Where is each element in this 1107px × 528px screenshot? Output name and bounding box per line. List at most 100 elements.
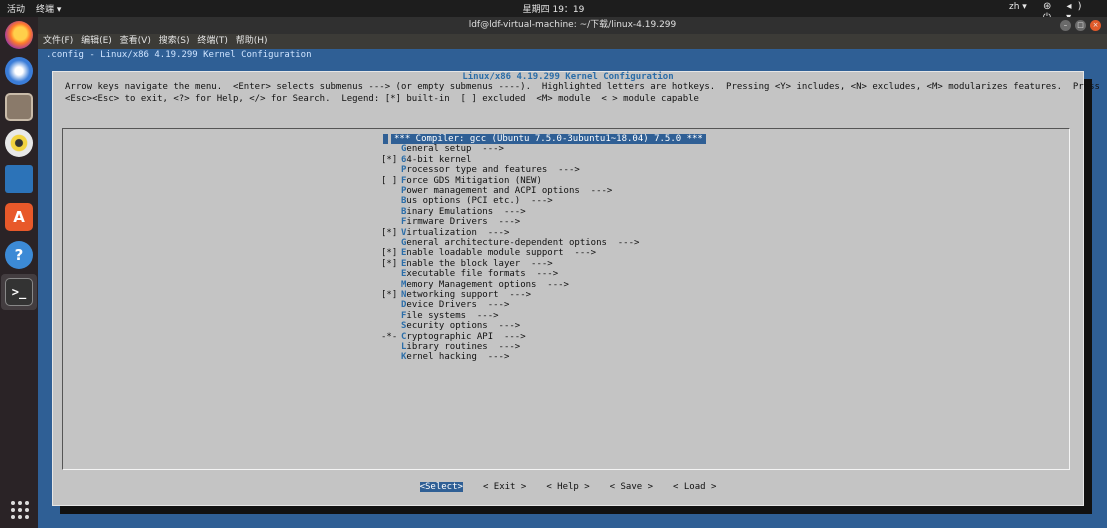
hotkey-letter: F — [401, 175, 407, 186]
button-bar: <Select> < Exit > < Help > < Save > < Load > — [53, 482, 1083, 492]
menu-item-label: Binary Emulations ---> — [401, 206, 526, 217]
menu-item[interactable]: Device Drivers ---> — [381, 300, 509, 310]
terminal-menubar: 文件(F) 编辑(E) 查看(V) 搜索(S) 终端(T) 帮助(H) — [38, 34, 1107, 49]
menu-item-label: Security options ---> — [401, 321, 521, 332]
config-path-line: .config - Linux/x86 4.19.299 Kernel Conf… — [46, 50, 312, 60]
hotkey-letter: V — [401, 227, 407, 238]
menu-item[interactable]: [ ] Force GDS Mitigation (NEW) — [381, 176, 542, 186]
menu-item[interactable]: Processor type and features ---> — [381, 165, 580, 175]
menu-item-label: Kernel hacking ---> — [401, 352, 510, 363]
terminal-area[interactable]: .config - Linux/x86 4.19.299 Kernel Conf… — [38, 49, 1107, 528]
rhythmbox-icon[interactable] — [5, 129, 33, 157]
terminal-icon[interactable]: >_ — [5, 278, 33, 306]
menu-item-mark: [*] — [381, 248, 398, 259]
hotkey-letter: F — [401, 217, 407, 228]
hotkey-letter: 6 — [401, 154, 407, 165]
menu-file[interactable]: 文件(F) — [43, 34, 73, 49]
menu-item-label: Library routines ---> — [401, 342, 521, 352]
help-line: Arrow keys navigate the menu. <Enter> se… — [65, 82, 1100, 92]
menu-item[interactable]: -*- Cryptographic API ---> — [381, 332, 526, 342]
menu-item-label: 64-bit kernel — [401, 154, 472, 165]
menu-item[interactable]: Firmware Drivers ---> — [381, 217, 520, 227]
menu-item-label: Enable the block layer ---> — [401, 258, 553, 269]
menu-item[interactable]: Memory Management options ---> — [381, 280, 569, 290]
libreoffice-writer-icon[interactable] — [5, 165, 33, 193]
hotkey-letter: S — [401, 321, 407, 332]
hotkey-letter: P — [401, 186, 407, 196]
dialog-shadow — [60, 506, 1092, 514]
menu-edit[interactable]: 编辑(E) — [81, 34, 112, 49]
menu-terminal[interactable]: 终端(T) — [197, 34, 228, 49]
menu-item[interactable]: Security options ---> — [381, 321, 520, 331]
select-button[interactable]: <Select> — [419, 482, 463, 492]
menu-item[interactable]: File systems ---> — [381, 311, 499, 321]
menu-item[interactable]: [*] Virtualization ---> — [381, 228, 509, 238]
menu-item[interactable]: [*] 64-bit kernel — [381, 155, 471, 165]
menu-item-label: Firmware Drivers ---> — [401, 217, 521, 228]
dialog-shadow — [1084, 79, 1092, 514]
menu-view[interactable]: 查看(V) — [120, 34, 151, 49]
hotkey-letter: D — [401, 300, 407, 311]
menu-help[interactable]: 帮助(H) — [236, 34, 268, 49]
dock: A ? >_ — [0, 17, 38, 528]
clock[interactable]: 星期四 19：19 — [0, 2, 1107, 15]
thunderbird-icon[interactable] — [5, 57, 33, 85]
menu-item[interactable]: Bus options (PCI etc.) ---> — [381, 196, 553, 206]
menu-item-label: Cryptographic API ---> — [401, 331, 526, 342]
menu-item-mark: [*] — [381, 258, 398, 269]
menu-item-label: Virtualization ---> — [401, 227, 510, 238]
menu-item[interactable]: [*] Networking support ---> — [381, 290, 531, 300]
menu-item[interactable]: General architecture-dependent options -… — [381, 238, 639, 248]
show-applications-icon[interactable] — [11, 501, 29, 519]
menu-item-mark: [*] — [381, 227, 398, 238]
menu-item-label: Power management and ACPI options ---> — [401, 186, 613, 196]
hotkey-letter: K — [401, 352, 407, 363]
menu-item[interactable]: Library routines ---> — [381, 342, 520, 352]
hotkey-letter: F — [401, 310, 407, 321]
menu-search[interactable]: 搜索(S) — [159, 34, 190, 49]
firefox-icon[interactable] — [5, 21, 33, 49]
minimize-icon[interactable]: – — [1060, 20, 1071, 31]
input-method-indicator[interactable]: zh ▾ — [1009, 2, 1027, 12]
hotkey-letter: P — [401, 165, 407, 176]
menu-item-mark: [ ] — [381, 175, 398, 186]
menu-item[interactable]: [*] Enable the block layer ---> — [381, 259, 553, 269]
load-button[interactable]: < Load > — [673, 482, 716, 492]
help-line: <Esc><Esc> to exit, <?> for Help, </> fo… — [65, 94, 699, 104]
menu-item[interactable]: Power management and ACPI options ---> — [381, 186, 612, 196]
hotkey-letter: M — [401, 279, 407, 290]
menu-item-label: Processor type and features ---> — [401, 165, 580, 176]
maximize-icon[interactable]: □ — [1075, 20, 1086, 31]
top-bar: 活动 终端 ▾ 星期四 19：19 zh ▾ ⊛ ◂) ⏻ ▾ — [0, 0, 1107, 23]
files-icon[interactable] — [5, 93, 33, 121]
hotkey-letter: C — [401, 331, 407, 342]
hotkey-letter: E — [401, 258, 407, 269]
hotkey-letter: B — [401, 196, 407, 207]
window-titlebar[interactable]: ldf@ldf-virtual-machine: ~/下载/linux-4.19… — [38, 17, 1107, 34]
help-text: Arrow keys navigate the menu. <Enter> se… — [65, 81, 1100, 105]
menu-item[interactable]: Binary Emulations ---> — [381, 207, 526, 217]
menu-item[interactable]: General setup ---> — [381, 144, 504, 154]
menu-item[interactable]: Executable file formats ---> — [381, 269, 558, 279]
menu-item-label: General setup ---> — [401, 144, 504, 155]
help-icon[interactable]: ? — [5, 241, 33, 269]
close-icon[interactable]: × — [1090, 20, 1101, 31]
menu-item[interactable]: [*] Enable loadable module support ---> — [381, 248, 596, 258]
menu-item-label: Memory Management options ---> — [401, 279, 569, 290]
hotkey-letter: G — [401, 144, 407, 155]
menu-item-compiler[interactable]: *** Compiler: gcc (Ubuntu 7.5.0-3ubuntu1… — [391, 134, 706, 144]
menu-item-label: Executable file formats ---> — [401, 269, 559, 280]
menu-item[interactable]: Kernel hacking ---> — [381, 352, 509, 362]
menu-item-label: Enable loadable module support ---> — [401, 248, 597, 259]
menu-item-mark: -*- — [381, 331, 398, 342]
menu-item-label: *** Compiler: gcc (Ubuntu 7.5.0-3ubuntu1… — [391, 134, 706, 144]
menu-item-mark: [*] — [381, 154, 398, 165]
save-button[interactable]: < Save > — [610, 482, 653, 492]
ubuntu-software-icon[interactable]: A — [5, 203, 33, 231]
menu-item-mark: [*] — [381, 290, 398, 300]
hotkey-letter: N — [401, 290, 407, 300]
help-button[interactable]: < Help > — [546, 482, 589, 492]
hotkey-letter: G — [401, 238, 407, 248]
window-title: ldf@ldf-virtual-machine: ~/下载/linux-4.19… — [468, 20, 677, 30]
exit-button[interactable]: < Exit > — [483, 482, 526, 492]
